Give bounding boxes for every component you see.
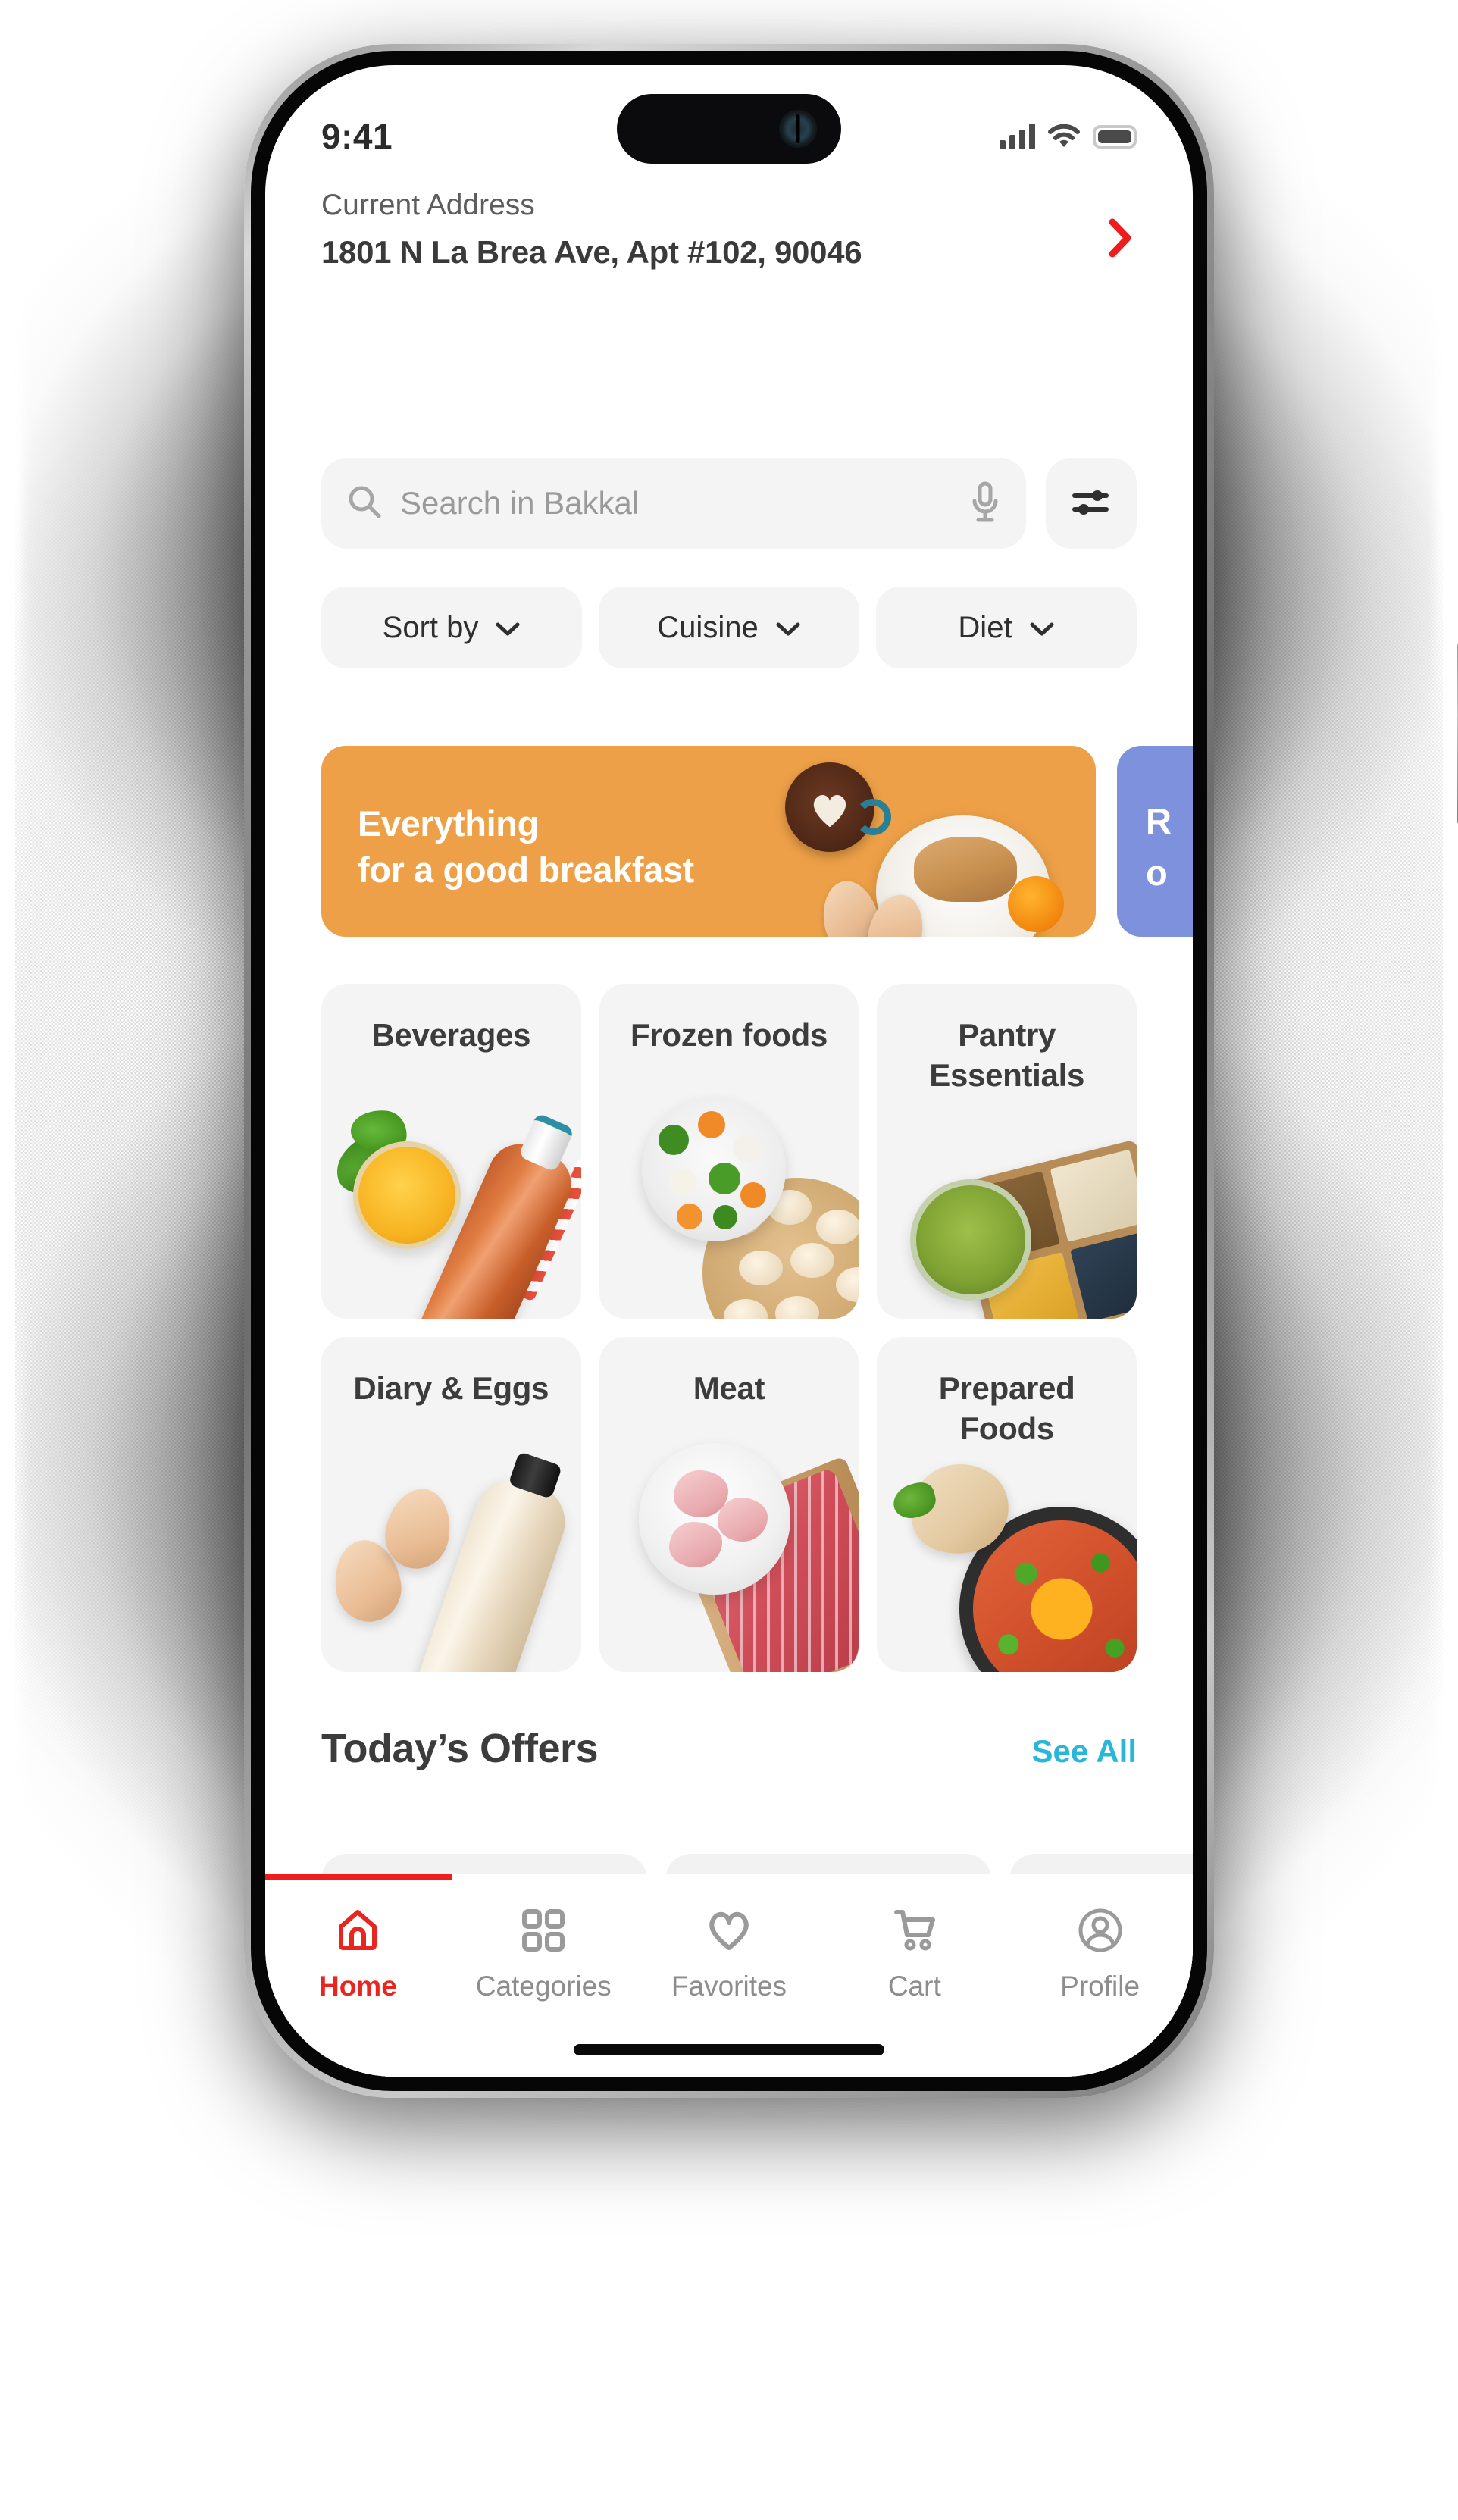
category-card-prepared-foods[interactable]: Prepared Foods <box>877 1337 1137 1672</box>
tab-label: Categories <box>475 1971 612 2002</box>
filter-chip-sort-by[interactable]: Sort by <box>321 587 582 668</box>
wifi-icon <box>1048 124 1080 149</box>
prepared-dish-icon <box>877 1337 1137 1672</box>
home-icon <box>334 1907 381 1954</box>
category-card-frozen-foods[interactable]: Frozen foods <box>599 984 859 1319</box>
tab-favorites[interactable]: Favorites <box>637 1907 822 2002</box>
category-grid: Beverages Frozen foods Pantry Essentials… <box>321 984 1137 1672</box>
tab-profile[interactable]: Profile <box>1007 1907 1193 2002</box>
tab-home[interactable]: Home <box>265 1907 451 2002</box>
chevron-right-icon[interactable] <box>1103 216 1137 260</box>
filter-chip-label: Diet <box>958 610 1012 644</box>
tab-label: Favorites <box>671 1971 787 2002</box>
address-label: Current Address <box>321 189 535 221</box>
status-bar-time: 9:41 <box>321 117 393 156</box>
dynamic-island <box>617 94 841 164</box>
category-card-pantry-essentials[interactable]: Pantry Essentials <box>877 984 1137 1319</box>
address-text-block: Current Address 1801 N La Brea Ave, Apt … <box>321 183 862 271</box>
search-placeholder: Search in Bakkal <box>400 485 640 521</box>
tab-label: Profile <box>1060 1971 1140 2002</box>
search-icon <box>347 484 382 523</box>
filter-chip-label: Cuisine <box>657 610 759 644</box>
eggs-and-milk-icon <box>321 1337 581 1672</box>
see-all-link[interactable]: See All <box>1031 1733 1137 1770</box>
microphone-icon[interactable] <box>970 481 1000 526</box>
promo-banner-breakfast[interactable]: Everything for a good breakfast <box>321 746 1096 937</box>
chevron-down-icon <box>775 611 801 645</box>
category-card-beverages[interactable]: Beverages <box>321 984 581 1319</box>
chevron-down-icon <box>1029 611 1055 645</box>
front-camera-lens <box>779 110 817 148</box>
grid-squares-icon <box>520 1907 567 1954</box>
phone-screen: 9:41 Current Address 1801 N La Brea Ave,… <box>265 65 1193 2077</box>
active-tab-indicator <box>265 1874 452 1880</box>
filter-chip-cuisine[interactable]: Cuisine <box>599 587 859 668</box>
category-card-diary-and-eggs[interactable]: Diary & Eggs <box>321 1337 581 1672</box>
chevron-down-icon <box>495 611 521 645</box>
promo-banner-secondary-title: R o <box>1146 801 1172 894</box>
heart-icon <box>706 1907 752 1954</box>
search-input[interactable]: Search in Bakkal <box>321 458 1026 549</box>
filter-chip-row: Sort by Cuisine Diet <box>321 587 1137 668</box>
tab-label: Home <box>318 1971 397 2002</box>
juice-glass-and-bottle-icon <box>321 984 581 1319</box>
search-row: Search in Bakkal <box>321 458 1137 549</box>
phone-body: 9:41 Current Address 1801 N La Brea Ave,… <box>251 51 1207 2091</box>
offers-section-header: Today’s Offers See All <box>321 1725 1137 1772</box>
grains-box-icon <box>877 984 1137 1319</box>
home-indicator[interactable] <box>574 2044 884 2055</box>
promo-banner-secondary[interactable]: R o <box>1117 746 1193 937</box>
filter-chip-label: Sort by <box>382 610 479 644</box>
offers-title: Today’s Offers <box>321 1726 599 1771</box>
cellular-bars-icon <box>1000 124 1035 149</box>
category-card-meat[interactable]: Meat <box>599 1337 859 1672</box>
tab-cart[interactable]: Cart <box>821 1907 1007 2002</box>
current-address-row[interactable]: Current Address 1801 N La Brea Ave, Apt … <box>265 183 1193 271</box>
frozen-vegetables-icon <box>599 984 859 1319</box>
shopping-cart-icon <box>891 1907 938 1954</box>
breakfast-food-illustration <box>321 746 1096 937</box>
status-bar-indicators <box>1000 124 1137 149</box>
tab-categories[interactable]: Categories <box>451 1907 637 2002</box>
meat-cuts-icon <box>599 1337 859 1672</box>
battery-full-icon <box>1093 124 1137 149</box>
filter-chip-diet[interactable]: Diet <box>876 587 1137 668</box>
user-circle-icon <box>1077 1907 1124 1954</box>
filter-button[interactable] <box>1046 458 1137 549</box>
address-value: 1801 N La Brea Ave, Apt #102, 90046 <box>321 233 862 270</box>
tab-label: Cart <box>887 1971 941 2002</box>
phone-device-frame: 9:41 Current Address 1801 N La Brea Ave,… <box>244 44 1458 2098</box>
screenshot-stage: 9:41 Current Address 1801 N La Brea Ave,… <box>0 0 1458 2520</box>
promo-banner-carousel: Everything for a good breakfast R o <box>321 746 1193 937</box>
sliders-filter-icon <box>1072 485 1111 522</box>
